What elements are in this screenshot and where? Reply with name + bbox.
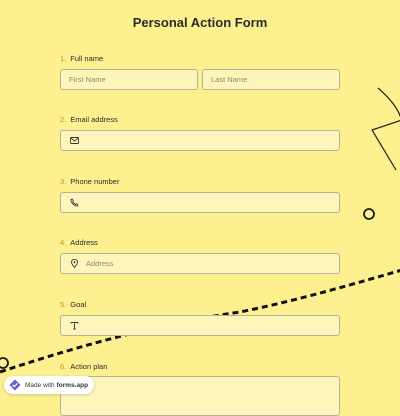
badge-prefix: Made with [25, 381, 55, 389]
form-title: Personal Action Form [132, 15, 268, 30]
question-text: Phone number [70, 177, 120, 186]
question-text: Goal [70, 300, 87, 309]
last-name-input[interactable]: Last Name [202, 69, 340, 90]
phone-input[interactable] [60, 192, 340, 213]
goal-input[interactable] [60, 315, 340, 336]
question-number: 2. [60, 115, 67, 124]
question-number: 5. [60, 300, 67, 309]
first-name-placeholder: First Name [69, 75, 106, 84]
background-curve [377, 87, 400, 118]
background-circle [363, 208, 375, 220]
badge-brand: forms.app [56, 381, 89, 389]
question-number: 3. [60, 177, 67, 186]
question-number: 4. [60, 238, 67, 247]
forms-app-logo-icon [9, 379, 21, 391]
text-icon [69, 321, 79, 331]
background-circle-small [0, 357, 9, 369]
question-text: Full name [70, 54, 104, 63]
address-placeholder: Address [86, 259, 114, 268]
location-pin-icon [69, 259, 79, 269]
background-shape [371, 120, 400, 171]
question-text: Address [70, 238, 98, 247]
action-plan-textarea[interactable] [60, 376, 340, 416]
question-text: Email address [70, 115, 118, 124]
question-email-label: 2. Email address [60, 115, 118, 124]
question-address-label: 4. Address [60, 238, 98, 247]
question-full-name-label: 1. Full name [60, 54, 103, 63]
email-input[interactable] [60, 130, 340, 151]
question-goal-label: 5. Goal [60, 300, 86, 309]
question-text: Action plan [70, 362, 108, 371]
question-number: 6. [60, 362, 67, 371]
last-name-placeholder: Last Name [211, 75, 248, 84]
mail-icon [69, 136, 79, 146]
first-name-input[interactable]: First Name [60, 69, 198, 90]
address-input[interactable]: Address [60, 253, 340, 274]
question-number: 1. [60, 54, 67, 63]
phone-icon [69, 198, 79, 208]
question-phone-label: 3. Phone number [60, 177, 119, 186]
question-action-plan-label: 6. Action plan [60, 362, 107, 371]
made-with-badge[interactable]: Made with forms.app [4, 376, 95, 394]
